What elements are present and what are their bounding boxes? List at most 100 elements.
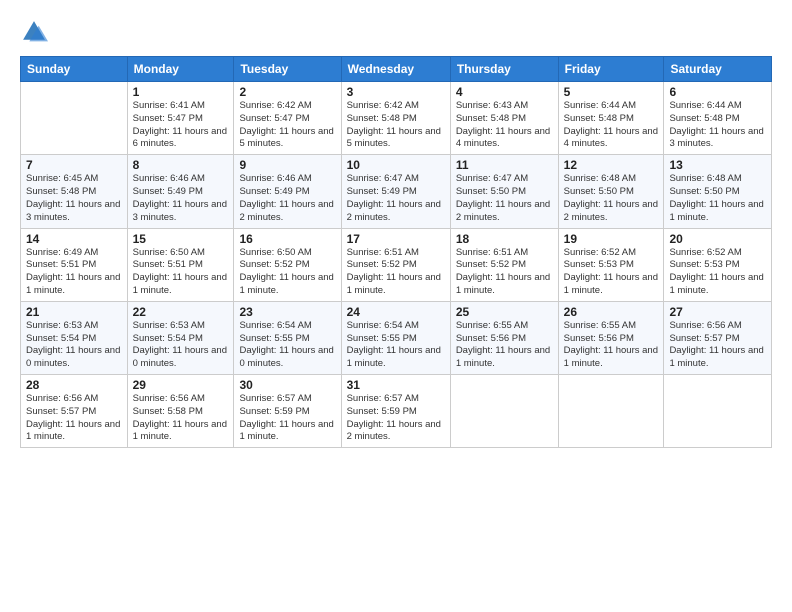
calendar-cell: 9Sunrise: 6:46 AM Sunset: 5:49 PM Daylig… (234, 155, 341, 228)
calendar-table: SundayMondayTuesdayWednesdayThursdayFrid… (20, 56, 772, 448)
calendar-cell: 19Sunrise: 6:52 AM Sunset: 5:53 PM Dayli… (558, 228, 664, 301)
day-info: Sunrise: 6:42 AM Sunset: 5:47 PM Dayligh… (239, 100, 335, 151)
calendar-cell: 8Sunrise: 6:46 AM Sunset: 5:49 PM Daylig… (127, 155, 234, 228)
day-number: 14 (26, 232, 122, 246)
calendar-cell (450, 375, 558, 448)
calendar-cell (21, 82, 128, 155)
day-info: Sunrise: 6:57 AM Sunset: 5:59 PM Dayligh… (347, 393, 445, 444)
weekday-tuesday: Tuesday (234, 57, 341, 82)
day-info: Sunrise: 6:44 AM Sunset: 5:48 PM Dayligh… (669, 100, 766, 151)
calendar-cell: 2Sunrise: 6:42 AM Sunset: 5:47 PM Daylig… (234, 82, 341, 155)
calendar-cell: 10Sunrise: 6:47 AM Sunset: 5:49 PM Dayli… (341, 155, 450, 228)
logo (20, 18, 50, 46)
day-info: Sunrise: 6:44 AM Sunset: 5:48 PM Dayligh… (564, 100, 659, 151)
calendar-cell: 12Sunrise: 6:48 AM Sunset: 5:50 PM Dayli… (558, 155, 664, 228)
day-number: 23 (239, 305, 335, 319)
calendar-cell: 26Sunrise: 6:55 AM Sunset: 5:56 PM Dayli… (558, 301, 664, 374)
calendar-cell (664, 375, 772, 448)
day-number: 30 (239, 378, 335, 392)
day-info: Sunrise: 6:47 AM Sunset: 5:49 PM Dayligh… (347, 173, 445, 224)
day-info: Sunrise: 6:53 AM Sunset: 5:54 PM Dayligh… (26, 320, 122, 371)
weekday-wednesday: Wednesday (341, 57, 450, 82)
day-number: 16 (239, 232, 335, 246)
week-row-3: 21Sunrise: 6:53 AM Sunset: 5:54 PM Dayli… (21, 301, 772, 374)
day-number: 6 (669, 85, 766, 99)
day-number: 12 (564, 158, 659, 172)
calendar-cell: 6Sunrise: 6:44 AM Sunset: 5:48 PM Daylig… (664, 82, 772, 155)
calendar-cell: 16Sunrise: 6:50 AM Sunset: 5:52 PM Dayli… (234, 228, 341, 301)
day-info: Sunrise: 6:56 AM Sunset: 5:57 PM Dayligh… (26, 393, 122, 444)
day-info: Sunrise: 6:41 AM Sunset: 5:47 PM Dayligh… (133, 100, 229, 151)
calendar-cell: 24Sunrise: 6:54 AM Sunset: 5:55 PM Dayli… (341, 301, 450, 374)
calendar-cell: 18Sunrise: 6:51 AM Sunset: 5:52 PM Dayli… (450, 228, 558, 301)
weekday-saturday: Saturday (664, 57, 772, 82)
calendar-cell: 21Sunrise: 6:53 AM Sunset: 5:54 PM Dayli… (21, 301, 128, 374)
day-number: 1 (133, 85, 229, 99)
day-number: 29 (133, 378, 229, 392)
weekday-thursday: Thursday (450, 57, 558, 82)
day-info: Sunrise: 6:51 AM Sunset: 5:52 PM Dayligh… (347, 247, 445, 298)
day-info: Sunrise: 6:54 AM Sunset: 5:55 PM Dayligh… (347, 320, 445, 371)
calendar-cell: 27Sunrise: 6:56 AM Sunset: 5:57 PM Dayli… (664, 301, 772, 374)
day-number: 21 (26, 305, 122, 319)
weekday-monday: Monday (127, 57, 234, 82)
calendar-cell: 11Sunrise: 6:47 AM Sunset: 5:50 PM Dayli… (450, 155, 558, 228)
calendar-cell: 13Sunrise: 6:48 AM Sunset: 5:50 PM Dayli… (664, 155, 772, 228)
day-number: 27 (669, 305, 766, 319)
day-number: 28 (26, 378, 122, 392)
day-number: 20 (669, 232, 766, 246)
calendar-cell: 22Sunrise: 6:53 AM Sunset: 5:54 PM Dayli… (127, 301, 234, 374)
calendar-cell: 28Sunrise: 6:56 AM Sunset: 5:57 PM Dayli… (21, 375, 128, 448)
day-number: 4 (456, 85, 553, 99)
page: SundayMondayTuesdayWednesdayThursdayFrid… (0, 0, 792, 612)
calendar-cell: 23Sunrise: 6:54 AM Sunset: 5:55 PM Dayli… (234, 301, 341, 374)
week-row-2: 14Sunrise: 6:49 AM Sunset: 5:51 PM Dayli… (21, 228, 772, 301)
header (20, 18, 772, 46)
calendar-cell: 5Sunrise: 6:44 AM Sunset: 5:48 PM Daylig… (558, 82, 664, 155)
day-number: 5 (564, 85, 659, 99)
day-info: Sunrise: 6:47 AM Sunset: 5:50 PM Dayligh… (456, 173, 553, 224)
day-info: Sunrise: 6:53 AM Sunset: 5:54 PM Dayligh… (133, 320, 229, 371)
day-info: Sunrise: 6:49 AM Sunset: 5:51 PM Dayligh… (26, 247, 122, 298)
day-number: 7 (26, 158, 122, 172)
day-number: 9 (239, 158, 335, 172)
calendar-cell: 7Sunrise: 6:45 AM Sunset: 5:48 PM Daylig… (21, 155, 128, 228)
day-info: Sunrise: 6:46 AM Sunset: 5:49 PM Dayligh… (133, 173, 229, 224)
week-row-0: 1Sunrise: 6:41 AM Sunset: 5:47 PM Daylig… (21, 82, 772, 155)
weekday-sunday: Sunday (21, 57, 128, 82)
weekday-friday: Friday (558, 57, 664, 82)
day-number: 2 (239, 85, 335, 99)
week-row-4: 28Sunrise: 6:56 AM Sunset: 5:57 PM Dayli… (21, 375, 772, 448)
weekday-header-row: SundayMondayTuesdayWednesdayThursdayFrid… (21, 57, 772, 82)
calendar-cell (558, 375, 664, 448)
day-info: Sunrise: 6:50 AM Sunset: 5:52 PM Dayligh… (239, 247, 335, 298)
day-info: Sunrise: 6:48 AM Sunset: 5:50 PM Dayligh… (669, 173, 766, 224)
day-info: Sunrise: 6:56 AM Sunset: 5:58 PM Dayligh… (133, 393, 229, 444)
day-info: Sunrise: 6:43 AM Sunset: 5:48 PM Dayligh… (456, 100, 553, 151)
week-row-1: 7Sunrise: 6:45 AM Sunset: 5:48 PM Daylig… (21, 155, 772, 228)
day-number: 8 (133, 158, 229, 172)
calendar-cell: 30Sunrise: 6:57 AM Sunset: 5:59 PM Dayli… (234, 375, 341, 448)
day-number: 24 (347, 305, 445, 319)
day-info: Sunrise: 6:50 AM Sunset: 5:51 PM Dayligh… (133, 247, 229, 298)
day-info: Sunrise: 6:52 AM Sunset: 5:53 PM Dayligh… (669, 247, 766, 298)
day-info: Sunrise: 6:55 AM Sunset: 5:56 PM Dayligh… (564, 320, 659, 371)
day-number: 10 (347, 158, 445, 172)
day-info: Sunrise: 6:45 AM Sunset: 5:48 PM Dayligh… (26, 173, 122, 224)
calendar-cell: 29Sunrise: 6:56 AM Sunset: 5:58 PM Dayli… (127, 375, 234, 448)
day-number: 18 (456, 232, 553, 246)
day-info: Sunrise: 6:56 AM Sunset: 5:57 PM Dayligh… (669, 320, 766, 371)
day-info: Sunrise: 6:55 AM Sunset: 5:56 PM Dayligh… (456, 320, 553, 371)
calendar-cell: 17Sunrise: 6:51 AM Sunset: 5:52 PM Dayli… (341, 228, 450, 301)
calendar-cell: 3Sunrise: 6:42 AM Sunset: 5:48 PM Daylig… (341, 82, 450, 155)
calendar-cell: 15Sunrise: 6:50 AM Sunset: 5:51 PM Dayli… (127, 228, 234, 301)
day-number: 19 (564, 232, 659, 246)
calendar-cell: 31Sunrise: 6:57 AM Sunset: 5:59 PM Dayli… (341, 375, 450, 448)
day-info: Sunrise: 6:42 AM Sunset: 5:48 PM Dayligh… (347, 100, 445, 151)
calendar-cell: 14Sunrise: 6:49 AM Sunset: 5:51 PM Dayli… (21, 228, 128, 301)
day-number: 11 (456, 158, 553, 172)
calendar-cell: 4Sunrise: 6:43 AM Sunset: 5:48 PM Daylig… (450, 82, 558, 155)
day-number: 13 (669, 158, 766, 172)
day-number: 25 (456, 305, 553, 319)
day-number: 26 (564, 305, 659, 319)
